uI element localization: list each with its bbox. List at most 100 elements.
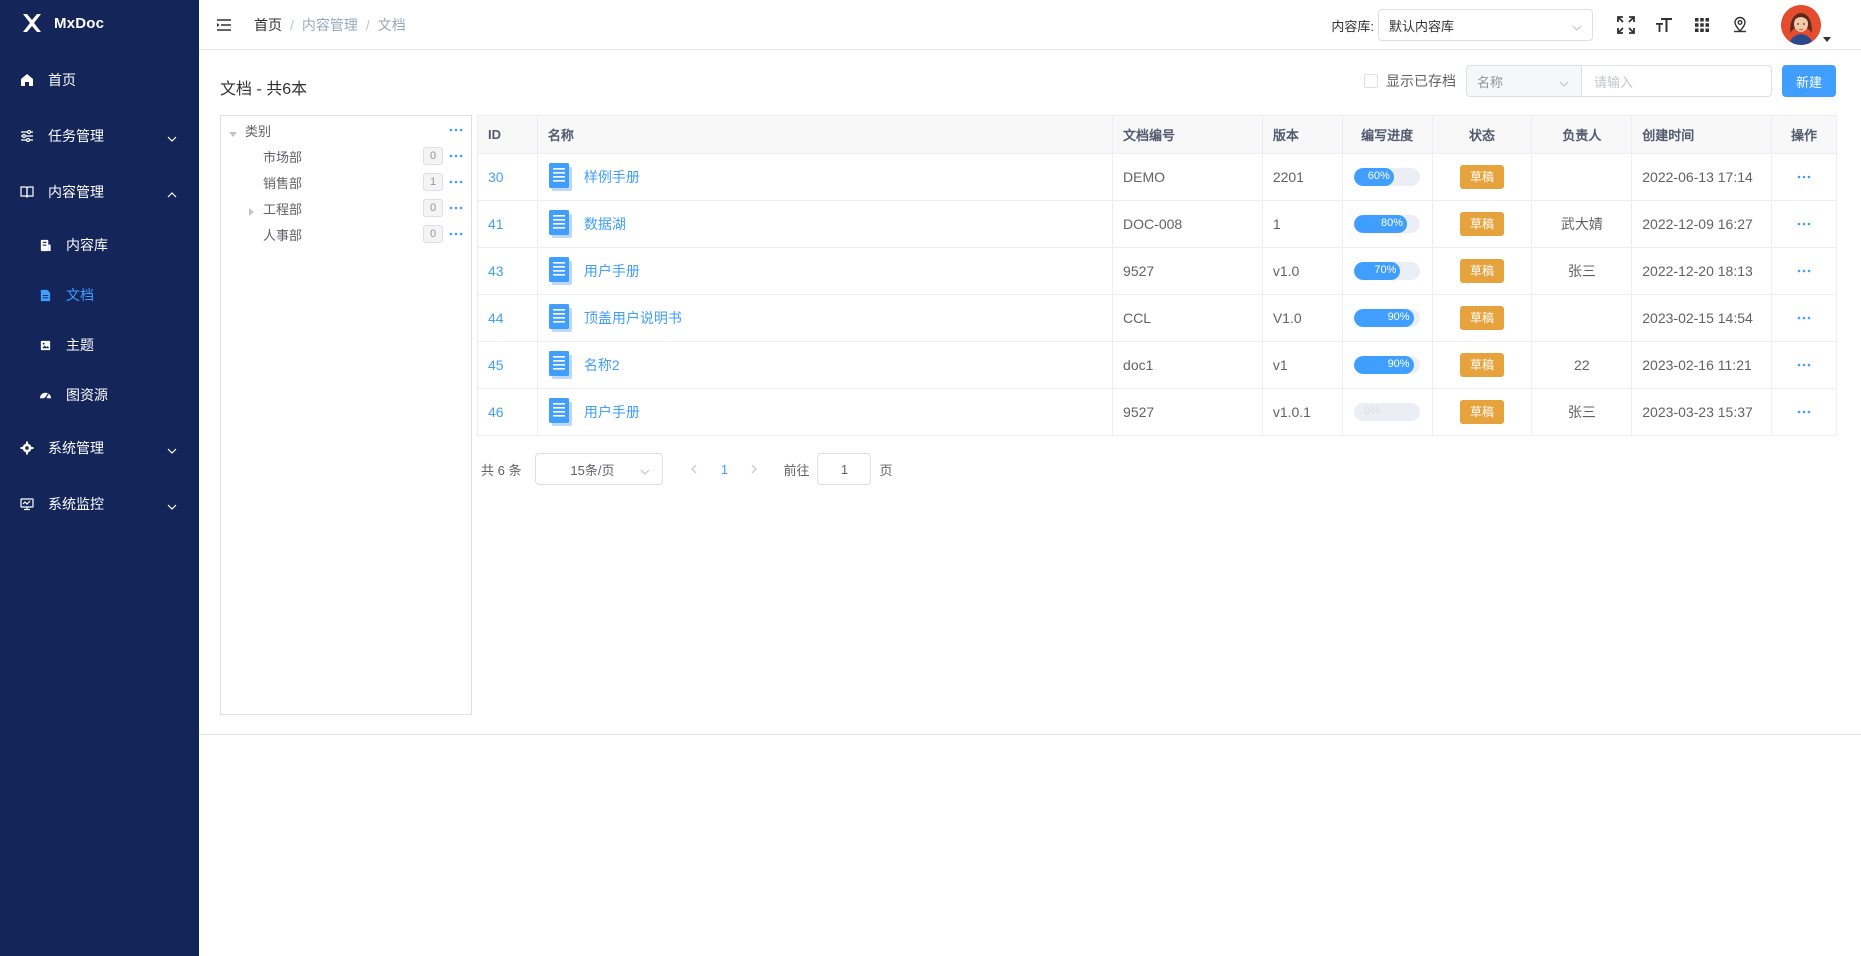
apps-grid-icon[interactable]	[1692, 15, 1712, 35]
more-icon[interactable]	[449, 201, 463, 211]
document-name-link[interactable]: 数据湖	[584, 214, 626, 234]
document-id-link[interactable]: 44	[488, 310, 504, 326]
menu-toggle-icon[interactable]	[216, 17, 232, 33]
tree-node-count: 1	[423, 173, 443, 191]
table-row[interactable]: 45 名称2 doc1 v1 90% 草稿 22 2023-02-16 11:21	[478, 342, 1836, 389]
table-row[interactable]: 46 用户手册 9527 v1.0.1 0% 草稿 张三 2023-03-23 15:37	[478, 389, 1836, 436]
cell-owner	[1532, 154, 1633, 200]
sliders-icon	[20, 129, 34, 143]
document-id-link[interactable]: 46	[488, 404, 504, 420]
more-icon[interactable]	[449, 149, 463, 159]
table-row[interactable]: 44 顶盖用户说明书 CCL V1.0 90% 草稿 2023-02-15 14:54	[478, 295, 1836, 342]
more-actions-icon[interactable]	[1797, 267, 1811, 275]
cell-owner	[1532, 295, 1633, 341]
column-header: 创建时间	[1632, 116, 1773, 153]
cell-name: 样例手册	[538, 154, 1114, 200]
cell-progress: 90%	[1343, 342, 1433, 388]
more-icon[interactable]	[449, 175, 463, 185]
show-archived-checkbox[interactable]: 显示已存档	[1363, 71, 1456, 91]
status-badge: 草稿	[1459, 212, 1504, 236]
sidebar-item-system[interactable]: 系统管理	[0, 420, 199, 476]
checkbox-box[interactable]	[1363, 74, 1378, 88]
status-badge: 草稿	[1459, 306, 1504, 330]
cell-owner: 张三	[1532, 248, 1633, 294]
breadcrumb-content[interactable]: 内容管理	[302, 15, 358, 35]
search-group: 名称 请输入	[1465, 65, 1772, 97]
header-actions: 内容库: 默认内容库	[1331, 0, 1861, 50]
document-id-link[interactable]: 41	[488, 216, 504, 232]
tree-node-root[interactable]: 类别	[221, 117, 471, 143]
sidebar-item-tasks[interactable]: 任务管理	[0, 108, 199, 164]
tree-node[interactable]: 销售部 1	[221, 169, 471, 195]
table-row[interactable]: 30 样例手册 DEMO 2201 60% 草稿 2022-06-13 17:14	[478, 154, 1836, 201]
breadcrumb: 首页 / 内容管理 / 文档	[254, 15, 406, 35]
document-name-link[interactable]: 样例手册	[584, 167, 640, 187]
more-icon[interactable]	[449, 227, 463, 237]
cell-name: 数据湖	[538, 201, 1114, 247]
cell-created: 2023-02-16 11:21	[1632, 342, 1773, 388]
repo-select[interactable]: 默认内容库	[1378, 9, 1593, 41]
cell-status: 草稿	[1433, 154, 1533, 200]
tree-node[interactable]: 市场部 0	[221, 143, 471, 169]
document-id-link[interactable]: 30	[488, 169, 504, 185]
table-row[interactable]: 41 数据湖 DOC-008 1 80% 草稿 武大婧 2022-12-09 16:27	[478, 201, 1836, 248]
fullscreen-icon[interactable]	[1616, 15, 1636, 35]
new-document-button[interactable]: 新建	[1781, 65, 1836, 97]
table-body: 30 样例手册 DEMO 2201 60% 草稿 2022-06-13 17:14 41 数据湖…	[478, 154, 1836, 436]
more-actions-icon[interactable]	[1797, 220, 1811, 228]
document-id-link[interactable]: 43	[488, 263, 504, 279]
more-actions-icon[interactable]	[1797, 314, 1811, 322]
sidebar-item-home[interactable]: 首页	[0, 52, 199, 108]
document-id-link[interactable]: 45	[488, 357, 504, 373]
page-size-select[interactable]: 15条/页	[535, 453, 664, 485]
column-header: ID	[478, 116, 538, 153]
document-name-link[interactable]: 顶盖用户说明书	[584, 308, 682, 328]
progress-bar: 90%	[1354, 356, 1421, 374]
search-field-select[interactable]: 名称	[1465, 65, 1581, 97]
document-name-link[interactable]: 用户手册	[584, 402, 640, 422]
document-name-link[interactable]: 用户手册	[584, 261, 640, 281]
documents-table: ID 名称 文档编号 版本 编写进度 状态 负责人 创建时间 操作 30 样例手册…	[477, 115, 1837, 436]
more-actions-icon[interactable]	[1797, 361, 1811, 369]
goto-page-input[interactable]: 1	[817, 453, 872, 485]
search-input[interactable]: 请输入	[1580, 65, 1772, 97]
sidebar-item-content[interactable]: 内容管理	[0, 164, 199, 220]
sidebar-item-monitor[interactable]: 系统监控	[0, 476, 199, 532]
sidebar-subitem-documents[interactable]: 文档	[0, 270, 199, 320]
next-page-button[interactable]	[739, 464, 769, 474]
document-name-link[interactable]: 名称2	[584, 355, 620, 375]
user-menu[interactable]	[1781, 0, 1835, 50]
document-icon	[548, 210, 572, 238]
caret-down-icon[interactable]	[229, 126, 237, 137]
chevron-down-icon	[1572, 21, 1582, 31]
font-size-icon[interactable]	[1654, 15, 1674, 35]
breadcrumb-home[interactable]: 首页	[254, 15, 282, 35]
status-badge: 草稿	[1459, 400, 1504, 424]
sidebar-subitem-themes[interactable]: 主题	[0, 320, 199, 370]
more-actions-icon[interactable]	[1797, 173, 1811, 181]
more-actions-icon[interactable]	[1797, 408, 1811, 416]
cell-status: 草稿	[1433, 248, 1533, 294]
cell-version: v1.0.1	[1263, 389, 1343, 435]
sidebar-subitem-image-resources[interactable]: 图资源	[0, 370, 199, 420]
column-header: 编写进度	[1343, 116, 1433, 153]
tree-node-label: 类别	[245, 123, 272, 139]
cell-created: 2022-12-20 18:13	[1632, 248, 1773, 294]
cell-status: 草稿	[1433, 389, 1533, 435]
app-logo[interactable]: MxDoc	[0, 0, 199, 46]
table-row[interactable]: 43 用户手册 9527 v1.0 70% 草稿 张三 2022-12-20 18:13	[478, 248, 1836, 295]
tree-node-count: 0	[423, 199, 443, 217]
sidebar-subitem-library[interactable]: 内容库	[0, 220, 199, 270]
cell-name: 顶盖用户说明书	[538, 295, 1114, 341]
more-icon[interactable]	[449, 123, 463, 133]
column-header: 状态	[1433, 116, 1533, 153]
caret-right-icon[interactable]	[247, 204, 255, 216]
prev-page-button[interactable]	[679, 464, 709, 474]
cell-version: v1	[1263, 342, 1343, 388]
tree-node[interactable]: 人事部 0	[221, 221, 471, 247]
tree-node-count: 0	[423, 225, 443, 243]
page-number-current[interactable]: 1	[709, 462, 739, 477]
tree-node[interactable]: 工程部 0	[221, 195, 471, 221]
document-icon	[38, 288, 52, 302]
location-icon[interactable]	[1730, 15, 1750, 35]
